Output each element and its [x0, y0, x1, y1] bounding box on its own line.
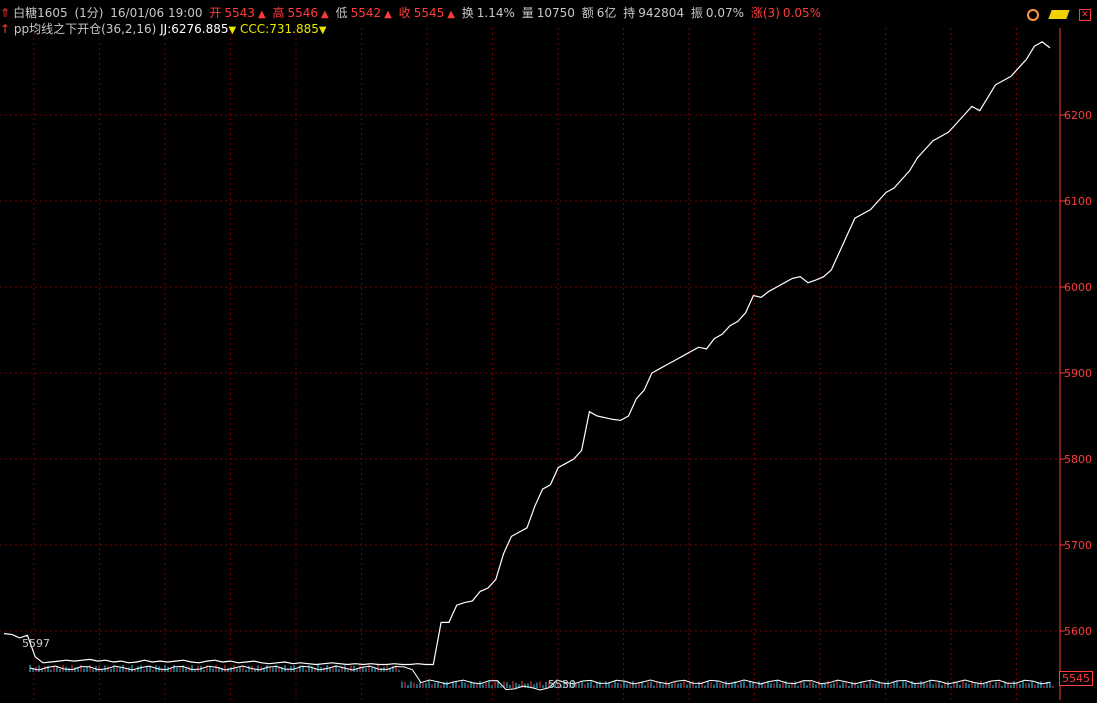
chart-grid: [0, 28, 1060, 700]
amount-value: 6亿: [596, 6, 617, 20]
low-up-icon: ▲: [384, 9, 392, 20]
change-value: 0.05%: [782, 6, 821, 20]
high-value: 5546: [287, 6, 319, 20]
annotation-low: 5530: [548, 678, 576, 691]
jj-value: 6276.885: [171, 22, 229, 36]
indicator-up-icon: ↑: [0, 22, 11, 36]
y-tick-label: 6000: [1064, 281, 1092, 294]
y-axis: 5600 5700 5800 5900 6000 6100 6200: [1059, 28, 1092, 700]
close-up-icon: ▲: [447, 9, 455, 20]
low-value: 5542: [350, 6, 382, 20]
indicator-name[interactable]: pp均线之下开仓(36,2,16): [14, 22, 156, 36]
indicator-line: ↑ pp均线之下开仓(36,2,16) JJ:6276.885▼ CCC:731…: [0, 20, 327, 37]
oi-label: 持: [623, 6, 636, 20]
last-price-badge: 5545: [1059, 671, 1093, 686]
high-up-icon: ▲: [321, 9, 329, 20]
turnover-value: 1.14%: [476, 6, 515, 20]
ccc-down-icon: ▼: [318, 25, 327, 36]
open-up-icon: ▲: [257, 9, 266, 20]
amplitude-value: 0.07%: [705, 6, 745, 20]
open-value: 5543: [224, 6, 255, 20]
close-label: 收: [398, 6, 411, 20]
open-label: 开: [209, 6, 222, 20]
y-tick-label: 6200: [1064, 109, 1092, 122]
volume-value: 10750: [536, 6, 575, 20]
close-value: 5545: [413, 6, 445, 20]
amount-label: 额: [581, 6, 594, 20]
y-tick-label: 5800: [1064, 453, 1092, 466]
change-label: 涨(3): [750, 6, 780, 20]
header-bar: ⇑ 白糖1605 (1分) 16/01/06 19:00 开 5543 ▲ 高 5546…: [0, 0, 1097, 22]
high-label: 高: [272, 6, 285, 20]
volume-band: [29, 665, 1054, 688]
gold-bar-icon[interactable]: [1048, 10, 1070, 19]
amplitude-label: 振: [690, 6, 703, 20]
close-icon[interactable]: ✕: [1079, 8, 1091, 21]
period-label[interactable]: (1分): [74, 6, 103, 20]
turnover-label: 换: [461, 6, 474, 20]
jj-down-icon: ▼: [228, 25, 237, 36]
volume-label: 量: [521, 6, 534, 20]
ccc-value: 731.885: [269, 22, 319, 36]
up-arrow-icon: ⇑: [0, 6, 11, 20]
price-chart[interactable]: 5600 5700 5800 5900 6000 6100 6200 5597 5530: [0, 0, 1097, 703]
symbol-name[interactable]: 白糖1605: [13, 6, 68, 20]
y-tick-label: 6100: [1064, 195, 1092, 208]
clock-icon[interactable]: [1026, 8, 1039, 21]
y-tick-label: 5600: [1064, 625, 1092, 638]
datetime-label: 16/01/06 19:00: [110, 6, 203, 20]
price-line: [3, 41, 1051, 666]
oi-value: 942804: [638, 6, 685, 20]
annotation-high: 5597: [22, 637, 50, 650]
y-tick-label: 5700: [1064, 539, 1092, 552]
y-tick-label: 5900: [1064, 367, 1092, 380]
low-label: 低: [335, 6, 348, 20]
jj-label: JJ:: [160, 22, 172, 36]
ccc-label: CCC:: [240, 22, 270, 36]
